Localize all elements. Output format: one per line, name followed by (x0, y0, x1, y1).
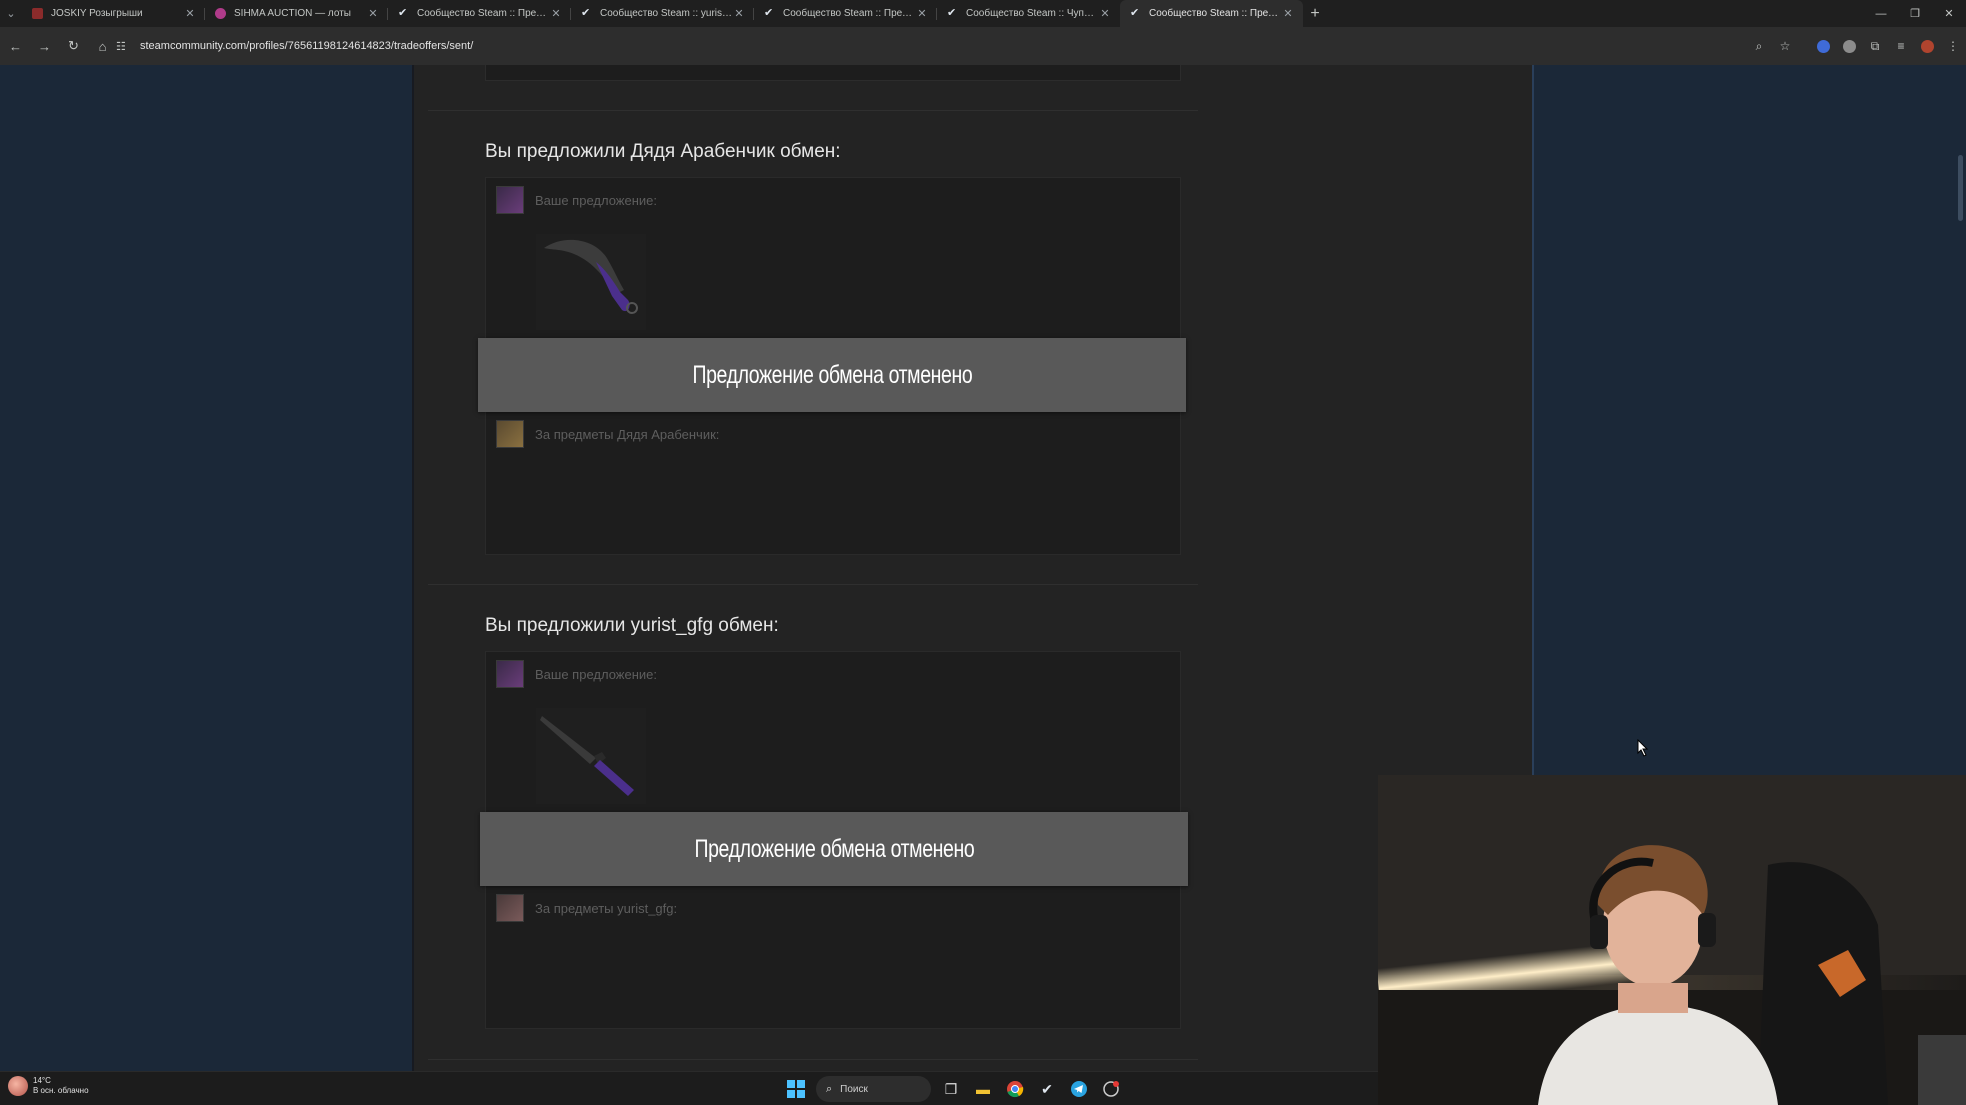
tab-title: SIHMA AUCTION — лоты (234, 8, 351, 19)
home-icon[interactable]: ⌂ (89, 33, 116, 60)
offer-title: Вы предложили Дядя Арабенчик обмен: (485, 141, 841, 162)
windows-taskbar: 14°C В осн. облачно ⌕ Поиск ❐ ▬ ✔ (0, 1071, 1378, 1105)
back-icon[interactable]: ← (2, 33, 29, 60)
weather-icon (8, 1076, 28, 1096)
trade-offers-column: Вы предложили Дядя Арабенчик обмен: Ваше… (412, 65, 1534, 1071)
browser-tab[interactable]: ✔ Сообщество Steam :: yurist_gfg ✕ (571, 0, 754, 27)
steam-icon[interactable]: ✔ (1034, 1076, 1060, 1102)
steam-favicon-icon: ✔ (1130, 7, 1140, 19)
site-info-icon[interactable]: ☷ (116, 40, 128, 53)
media-controls-icon[interactable]: ≡ (1888, 33, 1914, 59)
tab-title: Сообщество Steam :: Предложения (417, 8, 549, 19)
browser-tab-active[interactable]: ✔ Сообщество Steam :: Предложения ✕ (1120, 0, 1303, 27)
bayonet-knife-icon[interactable] (536, 708, 646, 804)
tab-title: Сообщество Steam :: yurist_gfg (600, 8, 732, 19)
browser-toolbar: ← → ↻ ⌂ ☷ steamcommunity.com/profiles/76… (0, 27, 1966, 65)
reload-icon[interactable]: ↻ (60, 33, 87, 60)
file-explorer-icon[interactable]: ▬ (970, 1076, 996, 1102)
tab-close-icon[interactable]: ✕ (183, 7, 197, 20)
telegram-icon[interactable] (1066, 1076, 1092, 1102)
window-controls: — ❐ ✕ (1864, 0, 1966, 27)
weather-desc: В осн. облачно (33, 1086, 89, 1095)
address-bar[interactable]: ☷ steamcommunity.com/profiles/7656119812… (116, 33, 1766, 59)
your-offer-party: Ваше предложение: (496, 186, 657, 214)
tab-close-icon[interactable]: ✕ (549, 7, 563, 20)
offer-divider (428, 110, 1198, 111)
browser-menu-icon[interactable]: ⋮ (1940, 33, 1966, 59)
your-offer-label: Ваше предложение: (535, 192, 657, 208)
weather-temp: 14°C (33, 1076, 51, 1085)
karambit-knife-icon[interactable] (536, 234, 646, 330)
close-window-icon[interactable]: ✕ (1932, 0, 1966, 27)
new-tab-button[interactable]: + (1303, 5, 1327, 23)
page-scrollbar-thumb[interactable] (1958, 155, 1963, 221)
chrome-icon[interactable] (1002, 1076, 1028, 1102)
their-items-party: За предметы Дядя Арабенчик: (496, 420, 719, 448)
avatar[interactable] (496, 894, 524, 922)
offer-divider (428, 1059, 1198, 1060)
tab-title: Сообщество Steam :: Предложения (1149, 8, 1281, 19)
minimize-icon[interactable]: — (1864, 0, 1898, 27)
extensions-puzzle-icon[interactable]: ⧉ (1862, 33, 1888, 59)
offer-divider (428, 584, 1198, 585)
tab-title: Сообщество Steam :: Чупа и Н (966, 8, 1098, 19)
app-notification-icon[interactable] (1098, 1076, 1124, 1102)
avatar[interactable] (496, 420, 524, 448)
extension-blue-icon[interactable] (1810, 33, 1836, 59)
extension-gray-icon[interactable] (1836, 33, 1862, 59)
weather-widget[interactable]: 14°C В осн. облачно (8, 1076, 89, 1096)
url-text: steamcommunity.com/profiles/765611981246… (140, 40, 474, 52)
forward-icon[interactable]: → (31, 33, 58, 60)
avatar[interactable] (496, 660, 524, 688)
steam-favicon-icon: ✔ (398, 7, 408, 19)
bookmark-star-icon[interactable]: ☆ (1772, 33, 1798, 59)
taskbar-search[interactable]: ⌕ Поиск (816, 1076, 931, 1102)
tab-close-icon[interactable]: ✕ (366, 7, 380, 20)
tab-search-icon[interactable]: ⌄ (0, 0, 22, 27)
browser-tab[interactable]: ✔ Сообщество Steam :: Предложения ✕ (754, 0, 937, 27)
previous-offer-box-edge (485, 65, 1181, 81)
tab-title: Сообщество Steam :: Предложения (783, 8, 915, 19)
profile-avatar-icon[interactable] (1914, 33, 1940, 59)
your-offer-party: Ваше предложение: (496, 660, 657, 688)
task-view-icon[interactable]: ❐ (938, 1076, 964, 1102)
restore-icon[interactable]: ❐ (1898, 0, 1932, 27)
trade-status-banner: Предложение обмена отменено (478, 338, 1186, 412)
tab-close-icon[interactable]: ✕ (915, 7, 929, 20)
browser-tab-strip: ⌄ JOSKIY Розыгрыши ✕ SIHMA AUCTION — лот… (0, 0, 1966, 27)
their-items-label: За предметы yurist_gfg: (535, 900, 678, 916)
their-items-label: За предметы Дядя Арабенчик: (535, 426, 720, 442)
browser-tab[interactable]: SIHMA AUCTION — лоты ✕ (205, 0, 388, 27)
their-items-party: За предметы yurist_gfg: (496, 894, 677, 922)
search-icon: ⌕ (826, 1082, 833, 1095)
your-offer-label: Ваше предложение: (535, 666, 657, 682)
search-placeholder: Поиск (840, 1083, 868, 1095)
tab-favicon-icon (32, 8, 43, 19)
tab-close-icon[interactable]: ✕ (1098, 7, 1112, 20)
browser-tab[interactable]: ✔ Сообщество Steam :: Предложения ✕ (388, 0, 571, 27)
taskbar-apps: ⌕ Поиск ❐ ▬ ✔ (780, 1076, 1127, 1102)
tab-close-icon[interactable]: ✕ (732, 7, 746, 20)
tab-close-icon[interactable]: ✕ (1281, 7, 1295, 20)
browser-tab[interactable]: JOSKIY Розыгрыши ✕ (22, 0, 205, 27)
avatar[interactable] (496, 186, 524, 214)
toolbar-actions: ⌕ ☆ ⧉ ≡ ⋮ (1746, 33, 1966, 59)
trade-status-text: Предложение обмена отменено (694, 834, 974, 863)
browser-tab[interactable]: ✔ Сообщество Steam :: Чупа и Н ✕ (937, 0, 1120, 27)
mouse-cursor-icon (1637, 739, 1649, 757)
zoom-icon[interactable]: ⌕ (1746, 33, 1772, 59)
windows-start-icon[interactable] (783, 1076, 809, 1102)
trade-status-banner: Предложение обмена отменено (480, 812, 1188, 886)
streamer-webcam-overlay (1378, 775, 1966, 1105)
steam-favicon-icon: ✔ (764, 7, 774, 19)
steam-favicon-icon: ✔ (947, 7, 957, 19)
trade-status-text: Предложение обмена отменено (692, 360, 972, 389)
tab-favicon-icon (215, 8, 226, 19)
offer-title: Вы предложили yurist_gfg обмен: (485, 615, 779, 636)
steam-favicon-icon: ✔ (581, 7, 591, 19)
tab-title: JOSKIY Розыгрыши (51, 8, 143, 19)
